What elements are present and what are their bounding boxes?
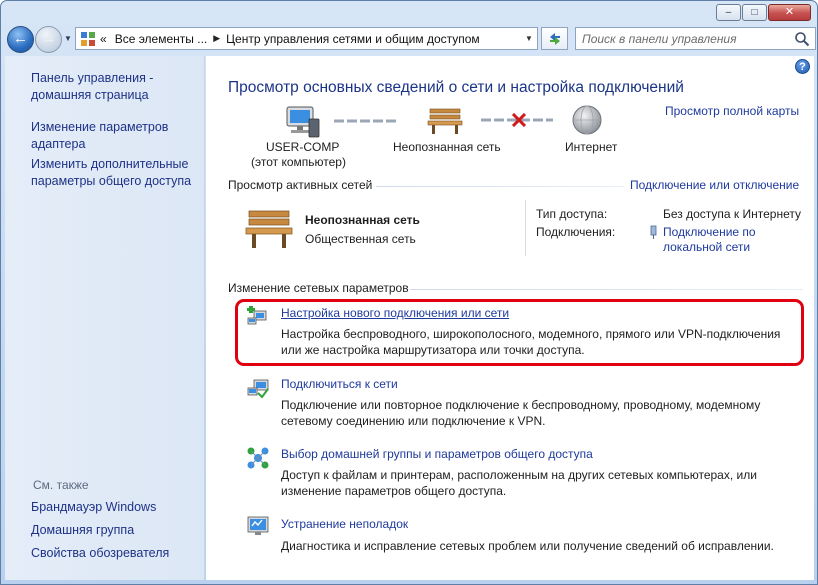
task-new-connection-link[interactable]: Настройка нового подключения или сети [281,306,509,320]
task-homegroup-link[interactable]: Выбор домашней группы и параметров общег… [281,447,593,461]
maximize-icon: □ [751,6,758,18]
divider [376,186,624,187]
connection-line-broken [481,113,553,127]
full-map-link[interactable]: Просмотр полной карты [665,104,799,118]
minimize-button[interactable]: – [716,4,741,21]
computer-label: USER-COMP [266,140,340,154]
recent-pages-dropdown[interactable]: ▼ [64,34,72,43]
task-connect-network-link[interactable]: Подключиться к сети [281,377,398,391]
navigation-bar: ← → ▼ « Все элементы ... ▶ Центр управле… [5,25,816,53]
sidebar-link-advanced-sharing[interactable]: Изменить дополнительные параметры общего… [31,156,191,190]
bench-network-large-icon[interactable] [245,208,293,250]
computer-sublabel: (этот компьютер) [251,155,346,169]
ethernet-icon [650,225,657,239]
sidebar-link-firewall[interactable]: Брандмауэр Windows [31,499,156,516]
divider [410,289,803,290]
sidebar-link-control-panel-home[interactable]: Панель управления - домашняя страница [31,70,153,104]
sidebar-link-internet-options[interactable]: Свойства обозревателя [31,545,169,562]
access-type-label: Тип доступа: [536,207,608,221]
address-bar[interactable]: « Все элементы ... ▶ Центр управления се… [75,27,538,50]
internet-globe-icon[interactable] [571,104,603,136]
task-troubleshoot-link[interactable]: Устранение неполадок [281,517,408,531]
bench-network-icon[interactable] [427,106,463,136]
network-map-label: Неопознанная сеть [393,140,501,154]
connections-label: Подключения: [536,225,616,239]
close-icon: ✕ [784,6,795,18]
breadcrumb-all-items[interactable]: Все элементы ... [115,32,208,46]
close-button[interactable]: ✕ [768,4,811,21]
connection-line-ok [334,119,396,123]
internet-label: Интернет [565,140,618,154]
help-icon: ? [799,60,806,73]
breadcrumb-separator-icon[interactable]: ▶ [213,33,220,44]
active-network-name: Неопознанная сеть [305,213,420,227]
caption-buttons: – □ ✕ [716,4,811,21]
address-dropdown-button[interactable]: ▼ [521,28,537,49]
local-connection-link[interactable]: Подключение по локальной сети [663,225,756,255]
new-connection-icon[interactable] [247,305,271,327]
homegroup-icon[interactable] [246,446,270,470]
connect-network-icon[interactable] [247,377,271,399]
refresh-icon [549,32,560,45]
back-arrow-icon: ← [13,30,28,47]
breadcrumb-overflow[interactable]: « [100,32,107,46]
computer-icon[interactable] [285,105,321,139]
task-new-connection-desc: Настройка беспроводного, широкополосного… [281,327,781,357]
task-connect-network-desc: Подключение или повторное подключение к … [281,398,761,428]
back-button[interactable]: ← [7,26,34,53]
vertical-divider [525,200,526,256]
maximize-button[interactable]: □ [742,4,767,21]
task-troubleshoot-desc: Диагностика и исправление сетевых пробле… [281,539,774,553]
sidebar: Панель управления - домашняя страница Из… [5,56,205,580]
control-panel-icon [80,31,96,47]
search-box[interactable] [575,27,816,50]
connect-disconnect-link[interactable]: Подключение или отключение [630,178,799,192]
minimize-icon: – [725,6,732,18]
breadcrumb-network-center[interactable]: Центр управления сетями и общим доступом [226,32,480,46]
help-button[interactable]: ? [795,59,810,74]
task-homegroup-desc: Доступ к файлам и принтерам, расположенн… [281,468,757,498]
active-networks-heading: Просмотр активных сетей [228,178,373,192]
sidebar-link-adapter-settings[interactable]: Изменение параметров адаптера [31,119,168,153]
see-also-label: См. также [33,478,89,492]
access-type-value: Без доступа к Интернету [663,207,802,221]
search-icon[interactable] [794,31,810,47]
search-input[interactable] [582,29,794,48]
refresh-button[interactable] [541,27,568,50]
change-settings-heading: Изменение сетевых параметров [228,281,409,295]
forward-button[interactable]: → [35,26,62,53]
forward-arrow-icon: → [41,30,56,47]
troubleshoot-icon[interactable] [247,516,269,536]
sidebar-link-homegroup[interactable]: Домашняя группа [31,522,134,539]
active-network-type[interactable]: Общественная сеть [305,232,416,246]
page-title: Просмотр основных сведений о сети и наст… [228,79,684,96]
